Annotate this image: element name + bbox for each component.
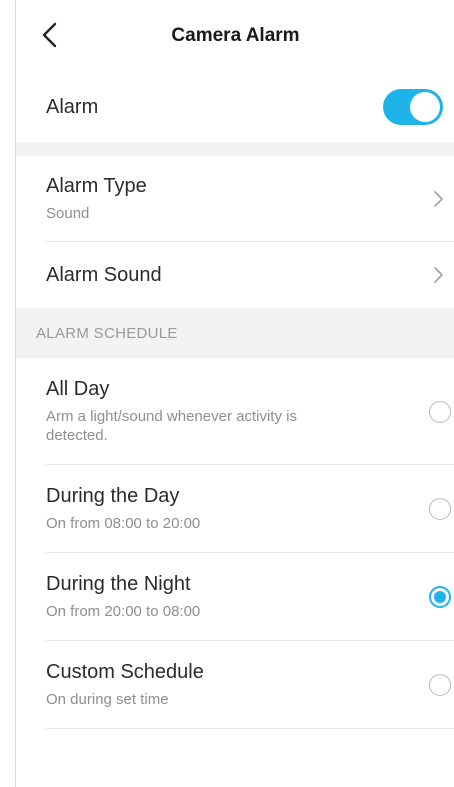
schedule-option-text: During the Night On from 20:00 to 08:00: [46, 573, 200, 621]
schedule-option-text: All Day Arm a light/sound whenever activ…: [46, 378, 346, 445]
schedule-option-label: During the Day: [46, 485, 180, 507]
alarm-sound-row[interactable]: Alarm Sound: [16, 242, 454, 308]
camera-alarm-screen: Camera Alarm Alarm Alarm Type Sound Alar…: [15, 0, 454, 787]
schedule-option-text: During the Day On from 08:00 to 20:00: [46, 485, 200, 533]
radio-button[interactable]: [429, 498, 451, 520]
alarm-label: Alarm: [46, 95, 99, 118]
alarm-type-row[interactable]: Alarm Type Sound: [16, 156, 454, 242]
chevron-right-icon: [434, 267, 443, 283]
schedule-option-label: All Day: [46, 378, 110, 400]
alarm-toggle[interactable]: [383, 89, 443, 125]
schedule-option-text: Custom Schedule On during set time: [46, 661, 204, 709]
alarm-type-text: Alarm Type Sound: [46, 175, 147, 223]
schedule-option-label: Custom Schedule: [46, 661, 204, 683]
alarm-type-value: Sound: [46, 205, 90, 222]
schedule-option-description: On during set time: [46, 691, 169, 708]
section-gap: [16, 142, 454, 156]
alarm-sound-label: Alarm Sound: [46, 263, 162, 286]
schedule-option-all-day[interactable]: All Day Arm a light/sound whenever activ…: [16, 358, 454, 465]
schedule-option-during-night[interactable]: During the Night On from 20:00 to 08:00: [16, 553, 454, 641]
toggle-knob: [410, 92, 440, 122]
schedule-option-custom[interactable]: Custom Schedule On during set time: [16, 641, 454, 729]
schedule-option-description: On from 08:00 to 20:00: [46, 515, 201, 532]
section-header-alarm-schedule: ALARM SCHEDULE: [16, 308, 454, 358]
alarm-type-label: Alarm Type: [46, 175, 147, 197]
chevron-right-icon: [434, 191, 443, 207]
alarm-toggle-row: Alarm: [16, 72, 454, 142]
chevron-left-icon[interactable]: [36, 18, 66, 52]
radio-button[interactable]: [429, 674, 451, 696]
divider: [46, 728, 454, 729]
radio-button[interactable]: [429, 400, 451, 423]
schedule-option-description: On from 20:00 to 08:00: [46, 603, 201, 620]
header: Camera Alarm: [16, 0, 454, 72]
page-title: Camera Alarm: [171, 25, 300, 46]
schedule-option-during-day[interactable]: During the Day On from 08:00 to 20:00: [16, 465, 454, 553]
schedule-option-label: During the Night: [46, 573, 191, 595]
schedule-option-description: Arm a light/sound whenever activity is d…: [46, 408, 297, 444]
radio-button-selected[interactable]: [429, 586, 451, 608]
